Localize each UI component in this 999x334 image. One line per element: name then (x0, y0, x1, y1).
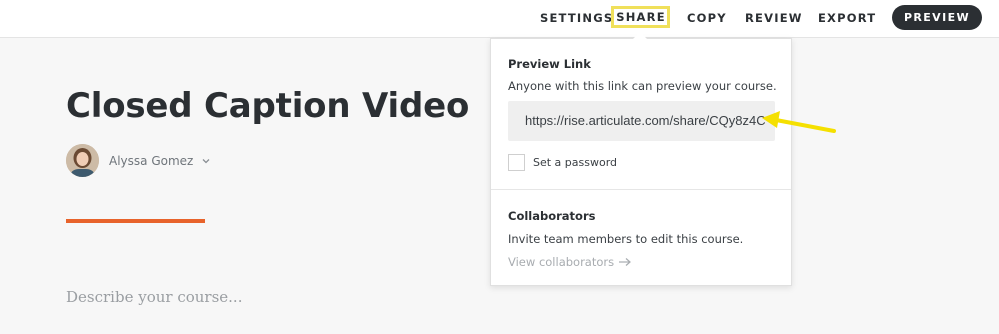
preview-link-url[interactable]: https://rise.articulate.com/share/CQy8z4… (525, 113, 765, 128)
author-name: Alyssa Gomez (109, 153, 194, 168)
preview-link-heading: Preview Link (508, 57, 591, 71)
export-tab[interactable]: EXPORT (818, 11, 876, 25)
chevron-down-icon (202, 158, 210, 163)
collaborators-description: Invite team members to edit this course. (508, 232, 744, 246)
author-selector[interactable]: Alyssa Gomez (66, 144, 211, 177)
view-collaborators-link[interactable]: View collaborators (508, 255, 632, 269)
avatar-image (66, 144, 99, 177)
popover-divider (491, 189, 791, 190)
title-accent-bar (66, 219, 205, 223)
view-collaborators-label: View collaborators (508, 255, 615, 269)
set-password-label[interactable]: Set a password (533, 156, 617, 169)
settings-tab[interactable]: SETTINGS (540, 11, 613, 25)
preview-link-description: Anyone with this link can preview your c… (508, 79, 777, 93)
preview-button[interactable]: PREVIEW (892, 5, 982, 30)
top-toolbar: SETTINGS SHARE COPY REVIEW EXPORT PREVIE… (0, 0, 999, 38)
share-tab[interactable]: SHARE (611, 6, 670, 28)
set-password-checkbox[interactable] (508, 154, 525, 171)
collaborators-heading: Collaborators (508, 209, 596, 223)
course-description-input[interactable]: Describe your course... (66, 288, 242, 306)
arrow-right-icon (619, 258, 632, 266)
share-popover: Preview Link Anyone with this link can p… (490, 38, 792, 286)
course-title[interactable]: Closed Caption Video (66, 86, 469, 126)
review-tab[interactable]: REVIEW (745, 11, 803, 25)
avatar (66, 144, 99, 177)
copy-tab[interactable]: COPY (687, 11, 727, 25)
popover-caret (633, 32, 647, 39)
preview-link-field[interactable]: https://rise.articulate.com/share/CQy8z4… (508, 101, 775, 141)
